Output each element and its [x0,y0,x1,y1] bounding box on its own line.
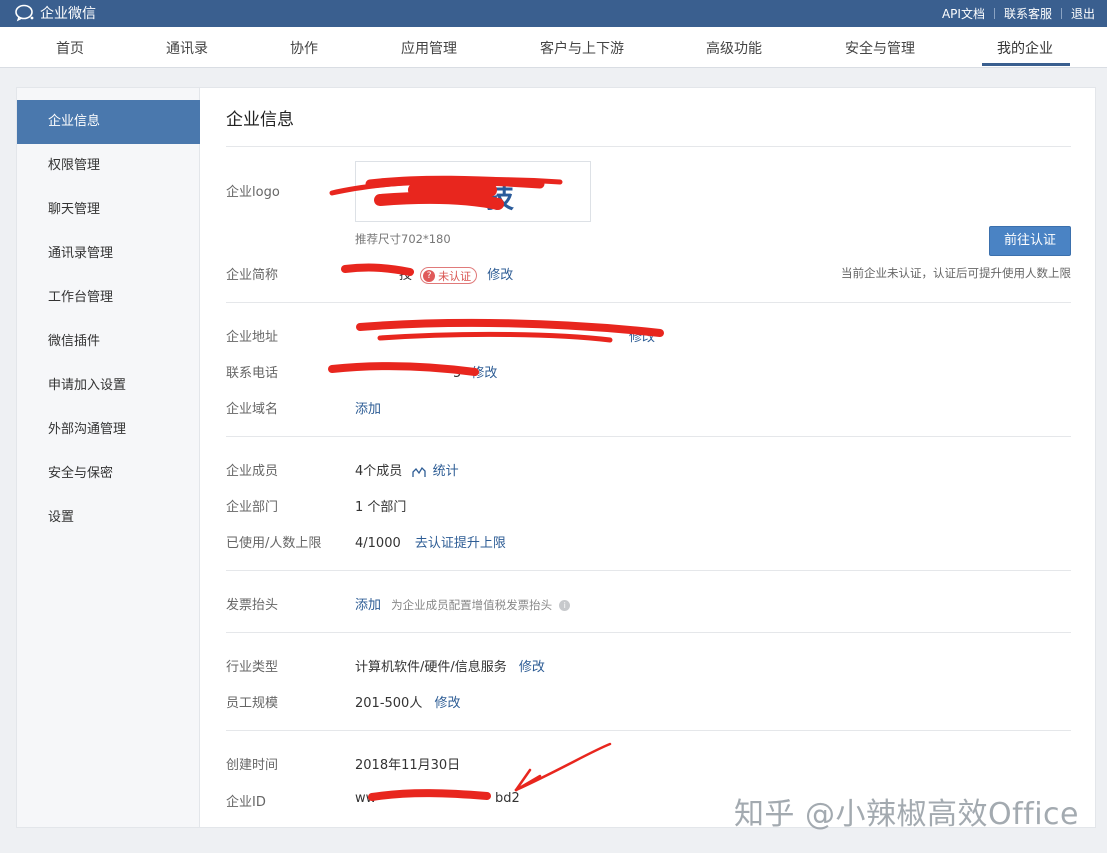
top-bar: 企业微信 API文档 联系客服 退出 [0,0,1107,27]
divider [226,570,1071,571]
nav-my-company[interactable]: 我的企业 [997,38,1053,58]
nav-customers[interactable]: 客户与上下游 [540,38,624,58]
nav-contacts[interactable]: 通讯录 [166,38,208,58]
brand-name: 企业微信 [40,6,96,22]
sidebar-item-external[interactable]: 外部沟通管理 [17,408,200,452]
question-icon: ? [423,269,436,282]
corp-id-head: ww [355,791,377,806]
edit-phone-link[interactable]: 修改 [471,366,497,381]
logo-label: 企业logo [226,185,280,200]
industry-label: 行业类型 [226,660,279,675]
certification-note: 当前企业未认证，认证后可提升使用人数上限 [841,266,1071,280]
nav-home[interactable]: 首页 [56,38,84,58]
nav-advanced[interactable]: 高级功能 [706,38,762,58]
departments-value: 1 个部门 [355,500,407,515]
sidebar-item-wechat-plugin[interactable]: 微信插件 [17,320,200,364]
divider [226,632,1071,633]
sidebar-item-chat[interactable]: 聊天管理 [17,188,200,232]
sidebar-item-settings[interactable]: 设置 [17,496,200,540]
api-docs-link[interactable]: API文档 [942,5,985,22]
short-name-value: 技 [399,268,413,283]
short-name-label: 企业简称 [226,268,279,283]
divider [993,8,995,19]
sidebar: 企业信息 权限管理 聊天管理 通讯录管理 工作台管理 微信插件 申请加入设置 外… [17,88,200,827]
uncertified-badge: ? 未认证 [420,267,478,284]
add-domain-link[interactable]: 添加 [355,398,381,417]
edit-short-name-link[interactable]: 修改 [487,268,513,283]
phone-value-tail: 5 [453,366,462,381]
divider [1060,8,1062,19]
scale-label: 员工规模 [226,696,279,711]
top-links: API文档 联系客服 退出 [942,5,1095,22]
raise-limit-link[interactable]: 去认证提升上限 [415,536,506,551]
edit-scale-link[interactable]: 修改 [434,696,460,711]
badge-text: 未认证 [438,269,472,283]
sidebar-item-workbench[interactable]: 工作台管理 [17,276,200,320]
logout-link[interactable]: 退出 [1071,5,1095,22]
watermark: 知乎 @小辣椒高效Office [733,797,1079,832]
sidebar-item-join-settings[interactable]: 申请加入设置 [17,364,200,408]
departments-label: 企业部门 [226,500,279,515]
edit-address-link[interactable]: 修改 [629,326,655,345]
edit-industry-link[interactable]: 修改 [519,660,545,675]
stats-icon [412,466,427,477]
short-name-row: 技 ? 未认证 修改 [399,264,513,284]
usage-value: 4/1000 [355,536,401,551]
wecom-logo-icon [15,4,34,22]
phone-label: 联系电话 [226,366,279,381]
divider [226,302,1071,303]
scale-value: 201-500人 [355,696,423,711]
usage-row: 4/1000 去认证提升上限 [355,532,506,551]
members-value: 4个成员 [355,464,403,479]
info-icon[interactable]: i [559,600,571,611]
invoice-note: 为企业成员配置增值税发票抬头 [391,598,553,612]
page-title: 企业信息 [226,110,294,130]
created-value: 2018年11月30日 [355,758,461,773]
nav-security[interactable]: 安全与管理 [845,38,915,58]
certify-button[interactable]: 前往认证 [989,226,1071,256]
nav-app-management[interactable]: 应用管理 [401,38,457,58]
add-invoice-link[interactable]: 添加 [355,598,381,613]
brand[interactable]: 企业微信 [14,3,96,23]
industry-row: 计算机软件/硬件/信息服务 修改 [355,656,545,675]
nav-collaboration[interactable]: 协作 [290,38,318,58]
invoice-row: 添加 为企业成员配置增值税发票抬头 i [355,594,571,613]
created-label: 创建时间 [226,758,279,773]
members-row: 4个成员 统计 [355,460,459,479]
content-panel: 企业信息 企业logo 技 推荐尺寸702*180 前往认证 企业简称 技 ? 未… [201,88,1095,827]
invoice-label: 发票抬头 [226,598,279,613]
domain-label: 企业域名 [226,402,279,417]
phone-row: 5 修改 [453,362,497,381]
industry-value: 计算机软件/硬件/信息服务 [355,660,507,675]
nav-active-indicator [982,63,1070,66]
main-card: 企业信息 权限管理 聊天管理 通讯录管理 工作台管理 微信插件 申请加入设置 外… [16,87,1096,828]
sidebar-item-security[interactable]: 安全与保密 [17,452,200,496]
address-label: 企业地址 [226,330,279,345]
divider [226,436,1071,437]
sidebar-item-permissions[interactable]: 权限管理 [17,144,200,188]
member-stats-link[interactable]: 统计 [433,464,459,479]
divider [226,730,1071,731]
usage-label: 已使用/人数上限 [226,536,322,551]
members-label: 企业成员 [226,464,279,479]
scale-row: 201-500人 修改 [355,692,460,711]
logo-size-hint: 推荐尺寸702*180 [355,232,451,246]
corp-id-tail: bd2 [495,791,520,806]
sidebar-item-contacts[interactable]: 通讯录管理 [17,232,200,276]
corp-id-label: 企业ID [226,795,266,810]
sidebar-item-company-info[interactable]: 企业信息 [17,100,200,144]
logo-image-text: 技 [486,181,515,214]
company-logo[interactable]: 技 [355,161,591,222]
divider [226,146,1071,147]
contact-support-link[interactable]: 联系客服 [1004,5,1052,22]
main-nav: 首页 通讯录 协作 应用管理 客户与上下游 高级功能 安全与管理 我的企业 [0,27,1107,68]
